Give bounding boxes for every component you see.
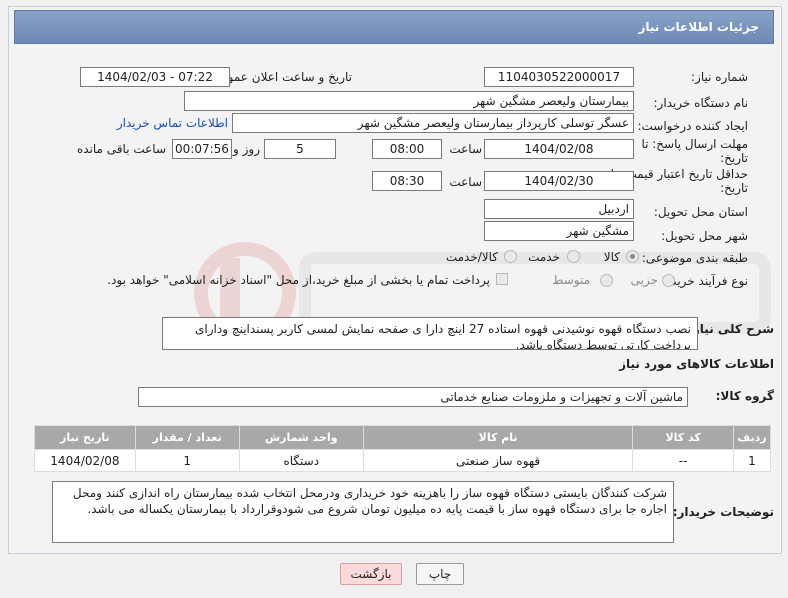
process-minor-label: جزیی	[630, 273, 658, 287]
process-label: نوع فرآیند خرید :	[663, 274, 748, 288]
goods-info-title: اطلاعات کالاهای مورد نیاز	[619, 357, 774, 371]
cell-date: 1404/02/08	[34, 449, 136, 472]
contact-info-link[interactable]: اطلاعات تماس خریدار	[117, 116, 228, 130]
goods-group-field[interactable]: ماشین آلات و تجهیزات و ملزومات صنایع خدم…	[138, 387, 688, 407]
deadline-time-field[interactable]: 08:00	[372, 139, 442, 159]
need-number-label: شماره نیاز:	[691, 70, 748, 84]
goods-group-label: گروه کالا:	[715, 389, 774, 403]
category-both-radio[interactable]	[504, 250, 517, 263]
city-label: شهر محل تحویل:	[661, 229, 748, 243]
category-service-radio[interactable]	[567, 250, 580, 263]
items-table: ردیف کد کالا نام کالا واحد شمارش تعداد /…	[34, 425, 771, 472]
city-field[interactable]: مشگین شهر	[484, 221, 634, 241]
table-header-row: ردیف کد کالا نام کالا واحد شمارش تعداد /…	[34, 425, 771, 450]
deadline-label: مهلت ارسال پاسخ: تا تاریخ:	[628, 137, 748, 165]
announce-datetime-field[interactable]: 1404/02/03 - 07:22	[80, 67, 230, 87]
cell-code: --	[632, 449, 734, 472]
deadline-time-label: ساعت	[449, 142, 482, 156]
creator-field[interactable]: عسگر توسلی کارپرداز بیمارستان ولیعصر مشگ…	[232, 113, 634, 133]
col-row-header: ردیف	[733, 425, 771, 450]
province-label: استان محل تحویل:	[653, 205, 748, 219]
days-field[interactable]: 5	[264, 139, 336, 159]
page-title: جزئیات اطلاعات نیاز	[14, 10, 774, 44]
cell-unit: دستگاه	[238, 449, 364, 472]
process-medium-label: متوسط	[552, 273, 590, 287]
remaining-label: ساعت باقی مانده	[76, 142, 166, 156]
creator-label: ایجاد کننده درخواست:	[637, 119, 748, 133]
category-goods-radio[interactable]	[626, 250, 639, 263]
remaining-time-field[interactable]: 00:07:56	[172, 139, 232, 159]
cell-name: قهوه ساز صنعتی	[362, 449, 634, 472]
cell-row: 1	[733, 449, 771, 472]
table-row[interactable]: 1 -- قهوه ساز صنعتی دستگاه 1 1404/02/08	[34, 449, 771, 472]
description-textarea[interactable]: نصب دستگاه قهوه نوشیدنی قهوه استاده 27 ا…	[162, 317, 698, 350]
col-date-header: تاریخ نیاز	[34, 425, 136, 450]
cell-qty: 1	[134, 449, 240, 472]
process-minor-radio[interactable]	[662, 274, 675, 287]
days-label: روز و	[233, 142, 260, 156]
validity-time-label: ساعت	[449, 175, 482, 189]
province-field[interactable]: اردبیل	[484, 199, 634, 219]
category-both-label: کالا/خدمت	[445, 250, 498, 264]
buyer-notes-textarea[interactable]: شرکت کنندگان بایستی دستگاه قهوه ساز را ب…	[52, 481, 674, 543]
deadline-label-text: مهلت ارسال پاسخ: تا تاریخ:	[641, 137, 748, 165]
col-code-header: کد کالا	[632, 425, 734, 450]
validity-date-field[interactable]: 1404/02/30	[484, 171, 634, 191]
col-qty-header: تعداد / مقدار	[134, 425, 240, 450]
need-number-field[interactable]: 1104030522000017	[484, 67, 634, 87]
category-goods-label: کالا	[603, 250, 620, 264]
treasury-payment-note: پرداخت تمام یا بخشی از مبلغ خرید،از محل …	[107, 273, 490, 287]
print-button[interactable]: چاپ	[416, 563, 464, 585]
col-unit-header: واحد شمارش	[238, 425, 364, 450]
validity-time-field[interactable]: 08:30	[372, 171, 442, 191]
category-label: طبقه بندی موضوعی:	[641, 251, 748, 265]
buyer-notes-label: توضیحات خریدار:	[672, 505, 774, 519]
process-medium-radio[interactable]	[600, 274, 613, 287]
buyer-label: نام دستگاه خریدار:	[653, 96, 749, 110]
buyer-field[interactable]: بیمارستان ولیعصر مشگین شهر	[184, 91, 634, 111]
back-button[interactable]: بازگشت	[340, 563, 402, 585]
category-service-label: خدمت	[528, 250, 560, 264]
treasury-payment-checkbox[interactable]	[496, 273, 508, 285]
col-name-header: نام کالا	[362, 425, 634, 450]
deadline-date-field[interactable]: 1404/02/08	[484, 139, 634, 159]
description-label: شرح کلی نیاز:	[688, 322, 774, 336]
